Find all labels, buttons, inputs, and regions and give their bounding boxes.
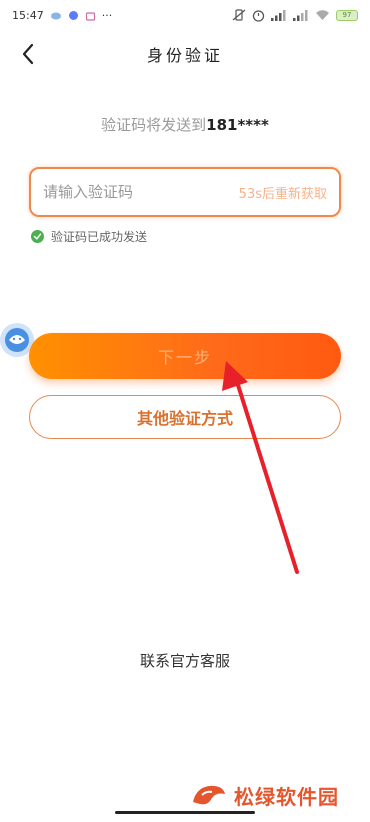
status-time: 15:47 xyxy=(12,8,44,22)
home-indicator[interactable] xyxy=(115,811,255,814)
wifi-icon xyxy=(315,9,330,21)
notice-prefix: 验证码将发送到 xyxy=(101,116,207,134)
more-notifications-icon: ··· xyxy=(101,8,113,22)
contact-customer-service-link[interactable]: 联系官方客服 xyxy=(0,650,370,671)
alarm-icon xyxy=(252,9,265,22)
page-title: 身份验证 xyxy=(146,46,223,65)
check-circle-icon xyxy=(31,230,44,243)
verification-code-input[interactable] xyxy=(43,183,239,201)
success-text: 验证码已成功发送 xyxy=(51,230,148,244)
verification-code-field[interactable]: 53s后重新获取 xyxy=(29,167,341,217)
status-left: 15:47 ··· xyxy=(12,9,112,22)
chevron-left-icon xyxy=(22,43,34,65)
battery-icon: 97 xyxy=(336,9,358,21)
watermark: 松绿软件园 xyxy=(190,780,339,810)
resend-code-countdown[interactable]: 53s后重新获取 xyxy=(239,183,327,202)
signal-icon-2 xyxy=(293,9,309,21)
back-button[interactable] xyxy=(14,40,42,68)
other-verification-methods-button[interactable]: 其他验证方式 xyxy=(29,395,341,439)
header: 身份验证 xyxy=(0,30,370,78)
watermark-logo-icon xyxy=(193,785,225,805)
app-notification-icon xyxy=(68,10,79,21)
masked-phone-number: 181**** xyxy=(206,116,269,134)
status-right: 97 xyxy=(232,9,358,22)
watermark-text: 松绿软件园 xyxy=(234,784,339,809)
code-sent-success: 验证码已成功发送 xyxy=(31,228,147,245)
next-step-button[interactable]: 下一步 xyxy=(29,333,341,379)
code-sent-notice: 验证码将发送到181**** xyxy=(0,114,370,135)
vibrate-off-icon xyxy=(232,9,246,21)
status-bar: 15:47 ··· 97 xyxy=(0,0,370,30)
signal-icon-1 xyxy=(271,9,287,21)
shopping-notification-icon xyxy=(85,10,96,21)
cloud-icon xyxy=(50,10,62,20)
